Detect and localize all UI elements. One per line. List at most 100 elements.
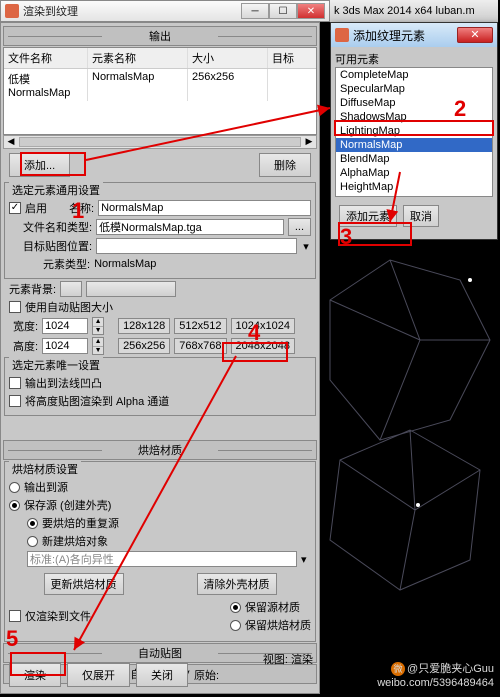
scroll-left-icon[interactable]: ◀ [4,136,18,148]
list-item[interactable]: AlphaMap [336,166,492,180]
weibo-icon: 微 [391,662,405,676]
scroll-thumb[interactable] [19,137,301,147]
dropdown-icon[interactable]: ▾ [301,240,311,253]
file-field[interactable] [96,219,284,235]
list-item[interactable]: BlendMap [336,152,492,166]
list-item[interactable]: SpecularMap [336,82,492,96]
bg-label: 元素背景: [9,281,56,297]
main-panel: 输出 文件名称 元素名称 大小 目标 低模NormalsMap NormalsM… [0,22,320,694]
render-button[interactable]: 渲染 [9,663,61,687]
size-128[interactable]: 128x128 [118,318,170,334]
out-src-label: 输出到源 [24,479,68,495]
etype-label: 元素类型: [43,256,90,272]
bake-group-label: 烘焙材质设置 [9,461,81,477]
dup-radio[interactable] [27,518,38,529]
output-list[interactable]: 文件名称 元素名称 大小 目标 低模NormalsMap NormalsMap … [3,47,317,135]
width-spinner[interactable]: ▲▼ [92,317,104,335]
enable-checkbox[interactable] [9,202,21,214]
col-filename[interactable]: 文件名称 [4,48,88,68]
delete-button[interactable]: 删除 [259,153,311,177]
bake-group: 烘焙材质设置 输出到源 保存源 (创建外壳) 要烘焙的重复源 新建烘焙对象 ▾ … [4,461,316,642]
close-button[interactable]: ✕ [297,3,325,19]
name-label: 名称: [69,200,94,216]
slot-field[interactable] [96,238,297,254]
close-button-footer[interactable]: 关闭 [136,663,188,687]
list-item[interactable]: ShadowsMap [336,110,492,124]
selected-unique-group: 选定元素唯一设置 输出到法线凹凸 将高度贴图渲染到 Alpha 通道 [4,357,316,416]
renderonly-checkbox[interactable] [9,610,21,622]
out-src-radio[interactable] [9,482,20,493]
window-titlebar: 渲染到纹理 ─ ☐ ✕ [0,0,330,22]
normal-bump-label: 输出到法线凹凸 [25,375,102,391]
list-item[interactable]: NormalsMap [336,138,492,152]
save-src-label: 保存源 (创建外壳) [24,497,111,513]
height-alpha-label: 将高度贴图渲染到 Alpha 通道 [25,393,169,409]
add-button[interactable]: 添加... [9,153,70,177]
watermark: 微@只爱脆夹心Guu weibo.com/5396489464 [377,662,494,690]
col-target[interactable]: 目标 [268,48,316,68]
header-title: k 3ds Max 2014 x64 luban.m [334,5,475,17]
expand-button[interactable]: 仅展开 [67,663,130,687]
view-value: 渲染 [291,654,313,666]
elements-listbox[interactable]: CompleteMapSpecularMapDiffuseMapShadowsM… [335,67,493,197]
dup-label: 要烘焙的重复源 [42,515,119,531]
list-item[interactable]: HeightMap [336,180,492,194]
save-src-radio[interactable] [9,500,20,511]
etype-value: NormalsMap [94,258,156,270]
file-browse-button[interactable]: ... [288,218,311,236]
view-row: 视图: 渲染 [263,651,313,667]
scroll-right-icon[interactable]: ▶ [302,136,316,148]
file-label: 文件名和类型: [23,219,92,235]
clear-button[interactable]: 清除外壳材质 [197,573,277,595]
col-element[interactable]: 元素名称 [88,48,188,68]
minimize-button[interactable]: ─ [241,3,269,19]
selected-common-group: 选定元素通用设置 启用 名称: 文件名和类型: ... 目标贴图位置: ▾ 元素… [4,182,316,279]
autosize-checkbox[interactable] [9,301,21,313]
normal-bump-checkbox[interactable] [9,377,21,389]
size-2048[interactable]: 2048x2048 [231,338,295,354]
create-radio[interactable] [27,536,38,547]
refresh-button[interactable]: 更新烘焙材质 [44,573,124,595]
avail-label: 可用元素 [335,54,379,66]
keep-bake-radio[interactable] [230,620,241,631]
renderonly-label: 仅渲染到文件 [25,608,91,624]
slot-label: 目标贴图位置: [23,238,92,254]
height-alpha-checkbox[interactable] [9,395,21,407]
dropdown-icon[interactable]: ▾ [301,553,311,566]
width-field[interactable]: 1024 [42,318,88,334]
section-bake[interactable]: 烘焙材质 [3,440,317,460]
window-title: 渲染到纹理 [23,3,241,19]
maximize-button[interactable]: ☐ [269,3,297,19]
list-item[interactable]: CompleteMap [336,68,492,82]
col-size[interactable]: 大小 [188,48,268,68]
size-768[interactable]: 768x768 [174,338,226,354]
bg-map-button[interactable] [86,281,176,297]
height-field[interactable]: 1024 [42,338,88,354]
list-row[interactable]: 低模NormalsMap NormalsMap 256x256 [4,69,316,101]
size-256[interactable]: 256x256 [118,338,170,354]
material-dropdown[interactable] [27,551,297,567]
add-element-button[interactable]: 添加元素 [339,205,397,227]
section-output[interactable]: 输出 [3,26,317,46]
dialog-close-button[interactable]: ✕ [457,27,493,43]
list-header: 文件名称 元素名称 大小 目标 [4,48,316,69]
dialog-icon [335,28,349,42]
group-label: 选定元素通用设置 [9,182,103,198]
dialog-titlebar[interactable]: 添加纹理元素 ✕ [331,23,497,47]
dialog-title: 添加纹理元素 [353,27,457,44]
width-label: 宽度: [13,318,38,334]
app-icon [5,4,19,18]
unique-label: 选定元素唯一设置 [9,357,103,373]
list-item[interactable]: LightingMap [336,124,492,138]
orig-label: 原始: [194,667,219,683]
list-item[interactable]: DiffuseMap [336,96,492,110]
list-scrollbar[interactable]: ◀ ▶ [3,135,317,149]
name-field[interactable] [98,200,311,216]
size-1024[interactable]: 1024x1024 [231,318,295,334]
keep-src-radio[interactable] [230,602,241,613]
cancel-button[interactable]: 取消 [403,205,439,227]
height-spinner[interactable]: ▲▼ [92,337,104,355]
size-512[interactable]: 512x512 [174,318,226,334]
bg-color-button[interactable] [60,281,82,297]
height-label: 高度: [13,338,38,354]
